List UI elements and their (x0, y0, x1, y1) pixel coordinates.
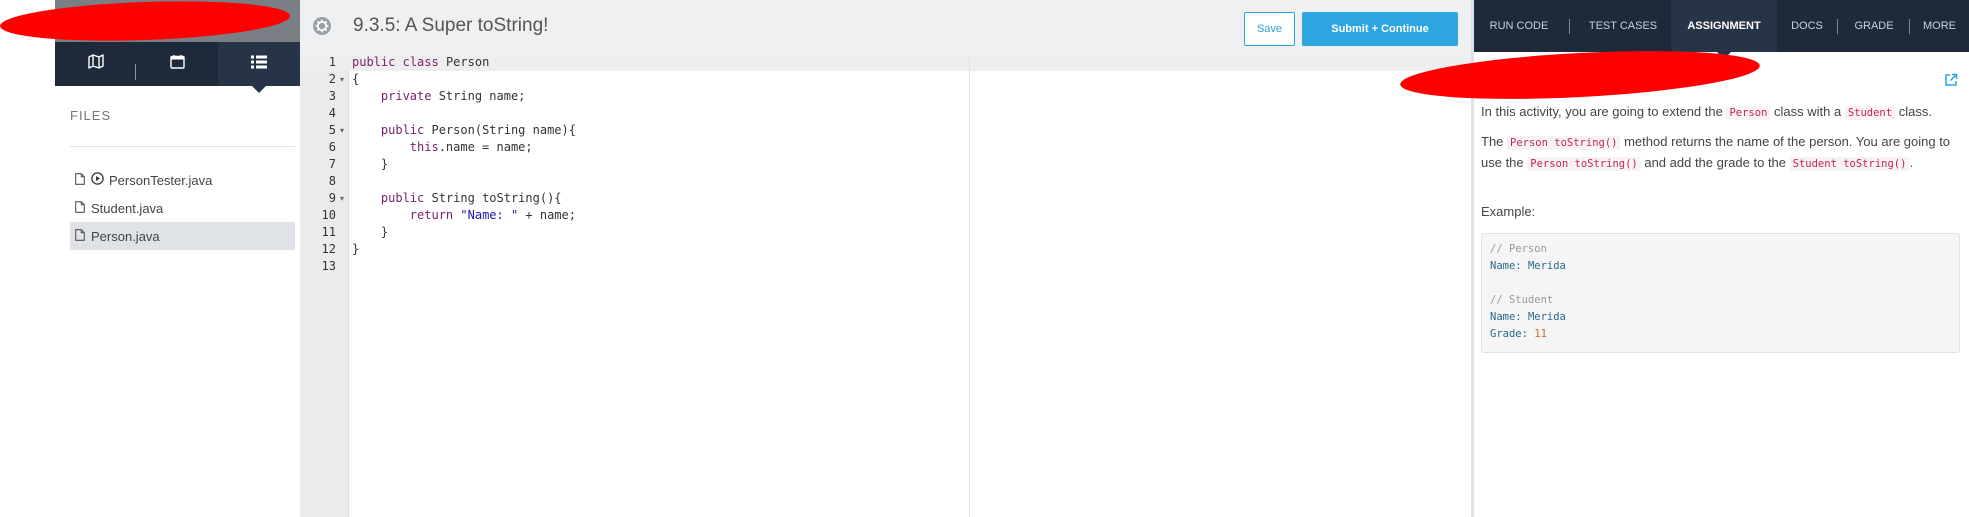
print-margin (969, 56, 970, 517)
sidebar: FILES PersonTester.java Student.java Per… (55, 0, 301, 517)
line-number: 5 (328, 123, 336, 137)
example-line: Name: Merida (1490, 311, 1566, 323)
line-number: 10 (321, 208, 336, 222)
code-line[interactable]: public String toString(){ (352, 190, 562, 207)
file-item-student[interactable]: Student.java (70, 194, 295, 222)
text: class. (1895, 104, 1932, 119)
text: . (1909, 155, 1914, 170)
line-number: 6 (328, 140, 336, 154)
example-key: Name: (1490, 311, 1528, 323)
list-icon (251, 55, 268, 74)
inline-code: Student (1844, 106, 1896, 120)
sidebar-tabs (55, 42, 301, 93)
page-title: 9.3.5: A Super toString! (353, 15, 549, 36)
line-number: 8 (328, 174, 336, 188)
code-line[interactable]: return "Name: " + name; (352, 207, 576, 224)
tab-assignment[interactable]: ASSIGNMENT (1671, 0, 1777, 59)
file-icon (75, 172, 85, 188)
tab-test-cases[interactable]: TEST CASES (1571, 0, 1675, 52)
code-line[interactable]: } (352, 156, 388, 173)
calendar-icon (170, 54, 185, 74)
text: and add the grade to the (1640, 155, 1790, 170)
code-line[interactable]: private String name; (352, 88, 526, 105)
tab-run-code[interactable]: RUN CODE (1474, 0, 1564, 52)
code-line[interactable]: this.name = name; (352, 139, 533, 156)
fold-arrow-icon[interactable]: ▾ (340, 190, 344, 207)
inline-code: Person toString() (1507, 136, 1621, 150)
example-key: Grade: (1490, 328, 1535, 340)
submit-continue-button[interactable]: Submit + Continue (1302, 12, 1458, 46)
example-comment: // Person (1490, 243, 1547, 255)
panel-tabs: RUN CODE TEST CASES ASSIGNMENT DOCS GRAD… (1474, 0, 1969, 59)
file-name: PersonTester.java (109, 172, 213, 188)
line-number: 11 (321, 225, 336, 239)
file-icon (75, 228, 85, 244)
line-number: 13 (321, 259, 336, 273)
code-line[interactable]: } (352, 224, 388, 241)
code-line[interactable]: public class Person (352, 54, 489, 71)
calendar-tab[interactable] (137, 42, 219, 86)
example-comment: // Student (1490, 294, 1554, 306)
line-number: 3 (328, 89, 336, 103)
example-value: Merida (1527, 311, 1566, 323)
example-key: Name: (1490, 260, 1528, 272)
tab-separator (1569, 19, 1570, 34)
tab-divider (135, 64, 136, 80)
files-heading: FILES (70, 108, 112, 123)
text: In this activity, you are going to exten… (1481, 104, 1727, 119)
map-tab[interactable] (55, 42, 137, 86)
inline-code: Person (1726, 106, 1771, 120)
line-number: 4 (328, 106, 336, 120)
code-line[interactable]: } (352, 241, 359, 258)
code-line[interactable]: public Person(String name){ (352, 122, 576, 139)
line-number: 7 (328, 157, 336, 171)
inline-code: Student toString() (1789, 157, 1910, 171)
file-name: Person.java (91, 228, 160, 244)
file-name: Student.java (91, 200, 164, 216)
example-code-block: // Person Name: Merida // Student Name: … (1481, 233, 1960, 353)
file-item-persontester[interactable]: PersonTester.java (70, 166, 295, 194)
example-line: Name: Merida (1490, 260, 1566, 272)
inline-code: Person toString() (1527, 157, 1641, 171)
file-icon (75, 200, 85, 216)
line-number: 12 (321, 242, 336, 256)
code-line[interactable]: { (352, 71, 359, 88)
line-number: 1 (328, 55, 336, 69)
intro-paragraph: In this activity, you are going to exten… (1481, 102, 1961, 123)
example-value: 11 (1534, 328, 1547, 340)
play-circle-icon (91, 172, 104, 188)
text: The (1481, 134, 1508, 149)
tab-grade[interactable]: GRADE (1838, 0, 1910, 52)
example-line: Grade: 11 (1490, 328, 1547, 340)
file-item-person[interactable]: Person.java (70, 222, 295, 250)
description-paragraph: The Person toString() method returns the… (1481, 132, 1961, 174)
example-value: Merida (1527, 260, 1566, 272)
file-list-tab[interactable] (218, 42, 301, 93)
gear-icon[interactable] (312, 16, 332, 41)
tab-more[interactable]: MORE (1910, 0, 1969, 52)
external-link-icon[interactable] (1944, 73, 1958, 92)
line-number: 2 (328, 72, 336, 86)
fold-arrow-icon[interactable]: ▾ (340, 122, 344, 139)
editor-header: 9.3.5: A Super toString! Save Submit + C… (300, 0, 1473, 56)
fold-arrow-icon[interactable]: ▾ (340, 71, 344, 88)
example-label: Example: (1481, 204, 1536, 219)
tab-docs[interactable]: DOCS (1777, 0, 1837, 52)
save-button[interactable]: Save (1244, 12, 1295, 46)
map-icon (88, 54, 104, 74)
text: class with a (1770, 104, 1845, 119)
files-divider (70, 146, 295, 147)
line-number: 9 (328, 191, 336, 205)
